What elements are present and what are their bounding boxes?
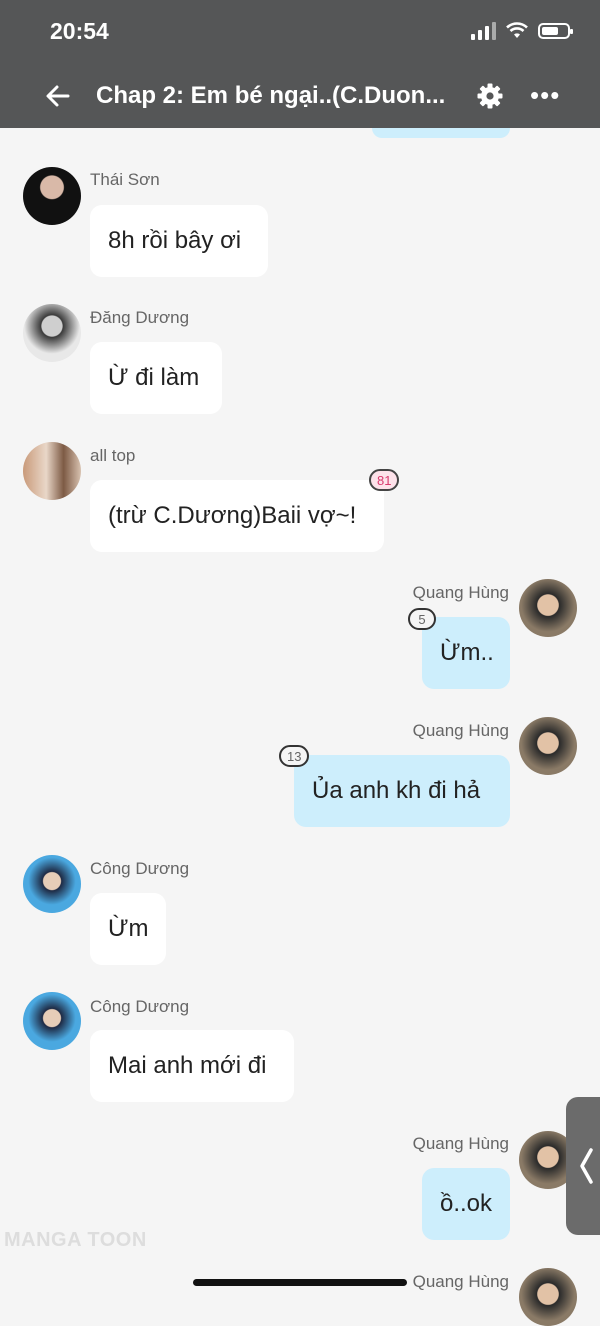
- home-indicator[interactable]: [193, 1279, 407, 1286]
- avatar[interactable]: [23, 992, 81, 1050]
- app-header: 20:54 Chap 2: Em bé ngại..(C.Duon... •••: [0, 0, 600, 128]
- battery-icon: [538, 23, 573, 39]
- watermark: MANGA TOON: [4, 1229, 147, 1251]
- message-bubble[interactable]: Ừm: [90, 893, 166, 965]
- more-options-icon[interactable]: •••: [530, 82, 560, 108]
- message-bubble[interactable]: ồ..ok: [422, 1168, 510, 1240]
- comment-count-badge[interactable]: 5: [408, 608, 436, 630]
- message-bubble[interactable]: Ừm..: [422, 617, 510, 689]
- sender-name: Công Dương: [90, 997, 190, 1016]
- sender-name: Thái Sơn: [90, 170, 160, 189]
- sender-name: Quang Hùng: [412, 1134, 509, 1153]
- side-drawer-handle[interactable]: [566, 1097, 600, 1235]
- avatar[interactable]: [23, 167, 81, 225]
- sender-name: Quang Hùng: [412, 583, 509, 602]
- message-bubble[interactable]: Ủa anh kh đi hả: [294, 755, 510, 827]
- gear-icon[interactable]: [476, 82, 504, 110]
- message-bubble[interactable]: Mai anh mới đi: [90, 1030, 294, 1102]
- message-bubble[interactable]: 8h rồi bây ơi: [90, 205, 268, 277]
- status-icons: [471, 22, 573, 40]
- sender-name: Quang Hùng: [412, 1272, 509, 1291]
- avatar[interactable]: [519, 1268, 577, 1326]
- avatar[interactable]: [23, 442, 81, 500]
- sender-name: Quang Hùng: [412, 721, 509, 740]
- chapter-title: Chap 2: Em bé ngại..(C.Duon...: [96, 82, 446, 109]
- avatar[interactable]: [519, 579, 577, 637]
- sender-name: Đăng Dương: [90, 308, 190, 327]
- sender-name: Công Dương: [90, 859, 190, 878]
- avatar[interactable]: [23, 855, 81, 913]
- wifi-icon: [506, 22, 528, 38]
- avatar[interactable]: [519, 717, 577, 775]
- sender-name: all top: [90, 446, 136, 465]
- comment-count-badge[interactable]: 13: [279, 745, 310, 767]
- comment-count-badge[interactable]: 81: [369, 469, 400, 491]
- message-bubble[interactable]: Ừ đi làm: [90, 342, 222, 414]
- message-bubble[interactable]: (trừ C.Dương)Baii vợ~!: [90, 480, 384, 552]
- avatar[interactable]: [23, 304, 81, 362]
- signal-icon: [471, 22, 496, 40]
- chevron-left-icon: [580, 1148, 593, 1184]
- status-time: 20:54: [50, 18, 109, 44]
- back-arrow-icon[interactable]: [42, 80, 74, 112]
